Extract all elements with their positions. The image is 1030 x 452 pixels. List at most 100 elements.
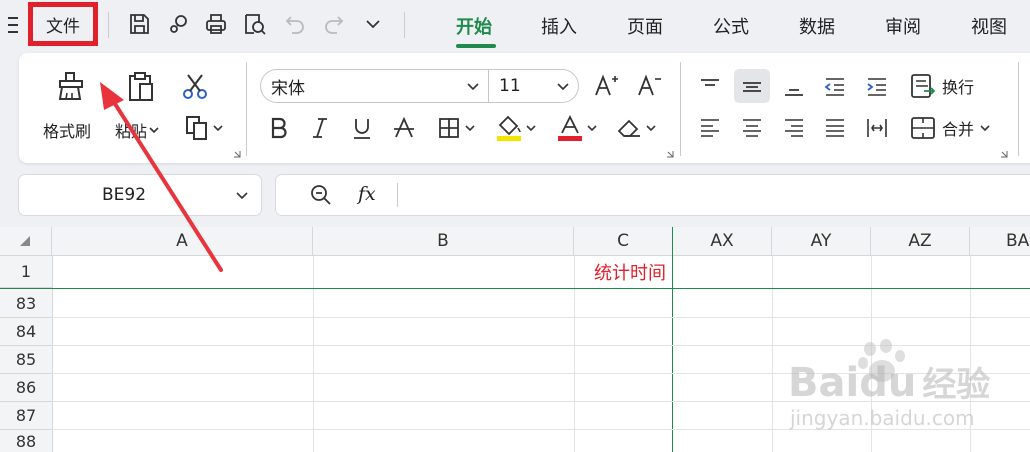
save-icon[interactable] <box>127 12 151 36</box>
watermark-brand: Baidu 经验 <box>788 357 990 406</box>
column-header-B[interactable]: B <box>313 227 574 255</box>
formula-input[interactable] <box>408 184 1008 206</box>
font-size-select[interactable]: 11 <box>488 69 579 103</box>
undo-icon[interactable] <box>283 12 307 36</box>
font-name-value: 宋体 <box>271 78 305 99</box>
tab-page[interactable]: 页面 <box>627 13 663 39</box>
align-middle-button[interactable] <box>734 69 770 103</box>
chevron-down-icon <box>980 123 990 133</box>
gridline <box>52 256 53 452</box>
font-color-button[interactable] <box>557 114 597 142</box>
gridline <box>313 256 314 452</box>
link-icon[interactable] <box>166 12 190 36</box>
print-preview-icon[interactable] <box>243 12 267 36</box>
tab-home[interactable]: 开始 <box>456 13 492 39</box>
strikethrough-icon[interactable] <box>392 116 416 140</box>
cell-C1-value: 统计时间 <box>594 263 666 284</box>
align-middle-icon <box>740 74 764 98</box>
tab-review[interactable]: 审阅 <box>885 13 921 39</box>
file-menu-button[interactable]: 文件 <box>28 2 98 46</box>
divider <box>246 62 247 156</box>
column-header-BA[interactable]: BA <box>970 227 1030 255</box>
redo-icon[interactable] <box>322 12 346 36</box>
chevron-down-icon <box>466 79 480 93</box>
format-painter-icon[interactable] <box>54 70 86 102</box>
increase-indent-icon[interactable] <box>865 75 889 99</box>
align-right-icon[interactable] <box>782 116 806 140</box>
paste-label: 粘贴 <box>115 122 148 141</box>
freeze-column-line <box>672 227 673 452</box>
paste-icon[interactable] <box>124 70 156 102</box>
borders-button[interactable] <box>437 116 475 140</box>
row-header-84[interactable]: 84 <box>0 318 52 346</box>
hamburger-icon[interactable] <box>8 16 18 34</box>
wrap-text-button[interactable]: 换行 <box>910 73 974 99</box>
column-header-AX[interactable]: AX <box>673 227 772 255</box>
column-header-border <box>0 255 1030 256</box>
align-center-icon[interactable] <box>740 116 764 140</box>
underline-icon[interactable] <box>350 116 374 140</box>
chevron-down-icon <box>526 123 536 133</box>
row-header-87[interactable]: 87 <box>0 402 52 430</box>
font-name-select[interactable]: 宋体 <box>260 69 489 103</box>
tab-insert[interactable]: 插入 <box>541 13 577 39</box>
font-dialog-launcher-icon[interactable] <box>666 150 674 158</box>
bold-icon[interactable] <box>267 116 291 140</box>
align-left-icon[interactable] <box>698 116 722 140</box>
watermark-url: jingyan.baidu.com <box>790 406 975 430</box>
row-header-86[interactable]: 86 <box>0 374 52 402</box>
fill-bucket-icon <box>496 114 522 142</box>
align-top-icon[interactable] <box>698 75 722 99</box>
divider <box>680 62 681 156</box>
merge-cells-button[interactable]: 合并 <box>910 115 990 141</box>
column-header-AY[interactable]: AY <box>772 227 871 255</box>
chevron-down-icon <box>556 79 570 93</box>
formula-bar: fx <box>276 175 1030 215</box>
format-painter-label[interactable]: 格式刷 <box>43 118 91 142</box>
tab-formula[interactable]: 公式 <box>713 13 749 39</box>
cut-icon[interactable] <box>180 72 212 104</box>
title-bar: 文件 开始 插入 页面 公式 数据 审阅 视图 <box>0 0 1030 50</box>
distributed-align-icon[interactable] <box>865 116 889 140</box>
clipboard-dialog-launcher-icon[interactable] <box>233 150 241 158</box>
divider <box>108 12 109 38</box>
merge-cells-label: 合并 <box>942 120 975 139</box>
justify-icon[interactable] <box>823 116 847 140</box>
copy-button[interactable] <box>184 114 223 142</box>
paste-button[interactable]: 粘贴 <box>115 118 159 142</box>
cell-C1[interactable]: 统计时间 <box>574 256 672 288</box>
active-tab-indicator <box>456 44 496 48</box>
italic-icon[interactable] <box>308 116 332 140</box>
row-header-1[interactable]: 1 <box>0 256 52 288</box>
watermark-brand-text: Baidu <box>788 360 917 406</box>
gridline <box>52 317 1030 318</box>
row-header-83[interactable]: 83 <box>0 290 52 318</box>
name-box[interactable]: BE92 <box>19 175 261 215</box>
insert-function-button[interactable]: fx <box>358 183 376 205</box>
decrease-font-size-icon[interactable] <box>637 73 663 97</box>
clear-format-button[interactable] <box>616 116 656 140</box>
chevron-down-icon[interactable] <box>361 12 385 36</box>
column-header-C[interactable]: C <box>574 227 673 255</box>
font-size-value: 11 <box>499 76 521 96</box>
chevron-down-icon <box>465 123 475 133</box>
row-header-88[interactable]: 88 <box>0 430 52 452</box>
column-header-AZ[interactable]: AZ <box>871 227 970 255</box>
tab-view[interactable]: 视图 <box>971 13 1007 39</box>
chevron-down-icon <box>587 123 597 133</box>
fill-color-button[interactable] <box>496 114 536 142</box>
borders-icon <box>437 116 461 140</box>
column-header-A[interactable]: A <box>52 227 313 255</box>
print-icon[interactable] <box>204 12 228 36</box>
increase-font-size-icon[interactable] <box>594 73 620 97</box>
alignment-dialog-launcher-icon[interactable] <box>1000 150 1008 158</box>
row-header-85[interactable]: 85 <box>0 346 52 374</box>
decrease-indent-icon[interactable] <box>823 75 847 99</box>
zoom-formula-icon[interactable] <box>310 184 332 206</box>
chevron-down-icon[interactable] <box>235 188 249 202</box>
name-box-value: BE92 <box>102 185 147 205</box>
select-all-button[interactable] <box>0 227 52 255</box>
watermark-brand-cn: 经验 <box>922 365 991 405</box>
align-bottom-icon[interactable] <box>782 75 806 99</box>
tab-data[interactable]: 数据 <box>799 13 835 39</box>
